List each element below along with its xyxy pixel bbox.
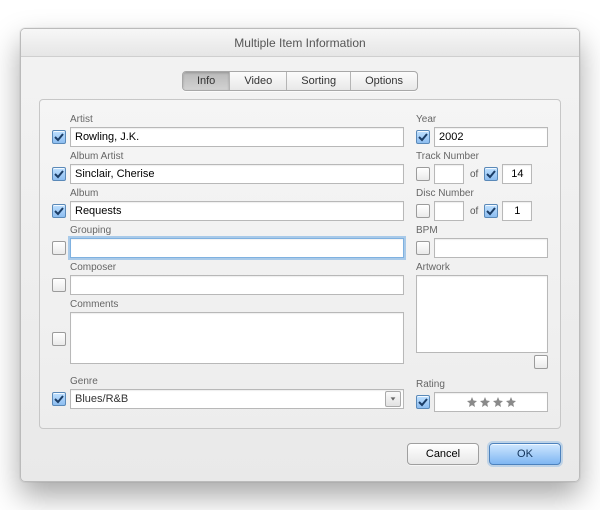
checkbox-artwork[interactable]	[534, 355, 548, 369]
checkbox-grouping[interactable]	[52, 241, 66, 255]
label-grouping: Grouping	[70, 225, 404, 236]
input-track-total[interactable]	[502, 164, 532, 184]
label-year: Year	[416, 114, 548, 125]
star-icon	[466, 396, 478, 408]
input-artist[interactable]	[70, 127, 404, 147]
input-track-number[interactable]	[434, 164, 464, 184]
checkbox-year[interactable]	[416, 130, 430, 144]
input-album-artist[interactable]	[70, 164, 404, 184]
button-label: Cancel	[426, 448, 460, 460]
tab-label: Info	[197, 75, 215, 87]
dialog-footer: Cancel OK	[39, 443, 561, 465]
label-bpm: BPM	[416, 225, 548, 236]
star-icon	[479, 396, 491, 408]
tab-options[interactable]: Options	[351, 72, 417, 90]
info-panel: Artist Album Artist Album	[39, 99, 561, 429]
checkbox-track-number[interactable]	[416, 167, 430, 181]
checkbox-composer[interactable]	[52, 278, 66, 292]
left-column: Artist Album Artist Album	[52, 110, 404, 416]
window-title: Multiple Item Information	[234, 36, 365, 50]
chevron-down-icon[interactable]	[385, 391, 401, 407]
checkbox-genre[interactable]	[52, 392, 66, 406]
combo-genre[interactable]: Blues/R&B	[70, 389, 404, 409]
button-label: OK	[517, 448, 533, 460]
checkbox-comments[interactable]	[52, 332, 66, 346]
label-composer: Composer	[70, 262, 404, 273]
label-rating: Rating	[416, 379, 548, 390]
label-of-disc: of	[468, 206, 480, 217]
artwork-well[interactable]	[416, 275, 548, 353]
checkbox-rating[interactable]	[416, 395, 430, 409]
label-track-number: Track Number	[416, 151, 548, 162]
checkbox-bpm[interactable]	[416, 241, 430, 255]
rating-control[interactable]	[434, 392, 548, 412]
right-column: Year Track Number of Disc Number	[416, 110, 548, 416]
combo-genre-value: Blues/R&B	[75, 393, 128, 405]
tab-label: Options	[365, 75, 403, 87]
input-grouping[interactable]	[70, 238, 404, 258]
checkbox-artist[interactable]	[52, 130, 66, 144]
input-disc-number[interactable]	[434, 201, 464, 221]
checkbox-album-artist[interactable]	[52, 167, 66, 181]
label-album: Album	[70, 188, 404, 199]
star-icon	[505, 396, 517, 408]
dialog-window: Multiple Item Information Info Video Sor…	[20, 28, 580, 482]
label-comments: Comments	[70, 299, 404, 310]
tab-label: Video	[244, 75, 272, 87]
tab-sorting[interactable]: Sorting	[287, 72, 351, 90]
checkbox-disc-number[interactable]	[416, 204, 430, 218]
checkbox-disc-total[interactable]	[484, 204, 498, 218]
label-artist: Artist	[70, 114, 404, 125]
tab-label: Sorting	[301, 75, 336, 87]
tab-bar: Info Video Sorting Options	[39, 71, 561, 91]
input-year[interactable]	[434, 127, 548, 147]
ok-button[interactable]: OK	[489, 443, 561, 465]
label-genre: Genre	[70, 376, 404, 387]
label-disc-number: Disc Number	[416, 188, 548, 199]
star-icon	[492, 396, 504, 408]
cancel-button[interactable]: Cancel	[407, 443, 479, 465]
tab-info[interactable]: Info	[183, 72, 230, 90]
input-album[interactable]	[70, 201, 404, 221]
label-album-artist: Album Artist	[70, 151, 404, 162]
label-of-track: of	[468, 169, 480, 180]
segmented-control: Info Video Sorting Options	[182, 71, 418, 91]
input-disc-total[interactable]	[502, 201, 532, 221]
input-comments[interactable]	[70, 312, 404, 364]
title-bar: Multiple Item Information	[21, 29, 579, 57]
checkbox-album[interactable]	[52, 204, 66, 218]
label-artwork: Artwork	[416, 262, 548, 273]
dialog-content: Info Video Sorting Options Artist Album …	[21, 57, 579, 481]
input-composer[interactable]	[70, 275, 404, 295]
checkbox-track-total[interactable]	[484, 167, 498, 181]
tab-video[interactable]: Video	[230, 72, 287, 90]
input-bpm[interactable]	[434, 238, 548, 258]
